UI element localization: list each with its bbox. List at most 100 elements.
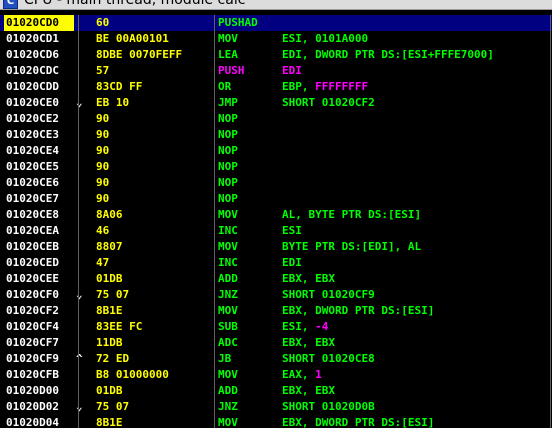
- hex-dump-cell: 72 ED: [96, 352, 130, 365]
- address-cell: 01020CF9: [6, 352, 59, 365]
- disassembly-row[interactable]: 01020CDC 57 PUSH EDI: [0, 63, 552, 79]
- operands-cell: SHORT 01020D0B: [282, 400, 375, 413]
- operands-cell: EDI: [282, 256, 302, 269]
- mnemonic-cell: ADC: [218, 336, 238, 349]
- operands-cell: [282, 127, 552, 143]
- disassembly-row[interactable]: 01020CEE 01DB ADD EBX, EBX: [0, 271, 552, 287]
- operands-cell: SHORT 01020CE8: [282, 352, 375, 365]
- disassembly-row[interactable]: 01020CFB B8 01000000 MOV EAX, 1: [0, 367, 552, 383]
- disassembly-row[interactable]: 01020CD1 BE 00A00101 MOV ESI, 0101A000: [0, 31, 552, 47]
- address-cell: 01020CE3: [6, 128, 59, 141]
- disassembly-pane[interactable]: 01020CD0 60 PUSHAD 01020CD1 BE 00A00101 MOV ES…: [0, 15, 552, 428]
- column-divider-address[interactable]: [78, 15, 79, 428]
- mnemonic-cell: ADD: [218, 272, 238, 285]
- operands-cell: ESI, 0101A000: [282, 32, 369, 45]
- disassembly-row[interactable]: 01020D00 01DB ADD EBX, EBX: [0, 383, 552, 399]
- disassembly-row[interactable]: 01020CED 47 INC EDI: [0, 255, 552, 271]
- mnemonic-cell: JNZ: [218, 400, 238, 413]
- mnemonic-cell: PUSHAD: [218, 16, 258, 29]
- hex-dump-cell: 83CD FF: [96, 80, 143, 93]
- disassembly-row[interactable]: 01020CE3 90 NOP: [0, 127, 552, 143]
- disassembly-row[interactable]: 01020CE7 90 NOP: [0, 191, 552, 207]
- disassembly-row[interactable]: 01020CE6 90 NOP: [0, 175, 552, 191]
- mnemonic-cell: MOV: [218, 416, 238, 428]
- hex-dump-cell: 90: [96, 144, 110, 157]
- hex-dump-cell: 8B1E: [96, 416, 123, 428]
- address-cell: 01020D02: [6, 400, 59, 413]
- operands-cell: [282, 15, 552, 31]
- operands-cell: ESI, -4: [282, 320, 329, 333]
- disassembly-row[interactable]: 01020CE8 8A06 MOV AL, BYTE PTR DS:[ESI]: [0, 207, 552, 223]
- mnemonic-cell: NOP: [218, 160, 238, 173]
- mnemonic-cell: JMP: [218, 96, 238, 109]
- disassembly-row[interactable]: 01020D02 ⌄ 75 07 JNZ SHORT 01020D0B: [0, 399, 552, 415]
- hex-dump-cell: 90: [96, 176, 110, 189]
- disassembly-row[interactable]: 01020CF2 8B1E MOV EBX, DWORD PTR DS:[ESI]: [0, 303, 552, 319]
- address-cell: 01020CEA: [6, 224, 59, 237]
- hex-dump-cell: 01DB: [96, 384, 123, 397]
- disassembly-row[interactable]: 01020CEB 8807 MOV BYTE PTR DS:[EDI], AL: [0, 239, 552, 255]
- operands-cell: EBX, DWORD PTR DS:[ESI]: [282, 416, 435, 428]
- operands-cell: [282, 191, 552, 207]
- address-cell: 01020CDC: [6, 64, 59, 77]
- hex-dump-cell: 57: [96, 64, 110, 77]
- disassembly-row[interactable]: 01020CE4 90 NOP: [0, 143, 552, 159]
- address-cell: 01020CFB: [6, 368, 59, 381]
- hex-dump-cell: 46: [96, 224, 110, 237]
- immediate-value: FFFFFFFF: [315, 80, 369, 93]
- disassembly-row[interactable]: 01020CD6 8DBE 0070FEFF LEA EDI, DWORD PTR D…: [0, 47, 552, 63]
- address-cell: 01020CE6: [6, 176, 59, 189]
- address-cell: 01020CF0: [6, 288, 59, 301]
- mnemonic-cell: OR: [218, 80, 232, 93]
- hex-dump-cell: 47: [96, 256, 110, 269]
- mnemonic-cell: SUB: [218, 320, 238, 333]
- mnemonic-cell: MOV: [218, 240, 238, 253]
- disassembly-row[interactable]: 01020CE2 90 NOP: [0, 111, 552, 127]
- hex-dump-cell: 8A06: [96, 208, 123, 221]
- disassembly-row[interactable]: 01020CD0 60 PUSHAD: [0, 15, 552, 31]
- hex-dump-cell: 90: [96, 192, 110, 205]
- operands-cell: EDI, DWORD PTR DS:[ESI+FFFE7000]: [282, 48, 494, 61]
- hex-dump-cell: BE 00A00101: [96, 32, 169, 45]
- mnemonic-cell: INC: [218, 256, 238, 269]
- hex-dump-cell: 8B1E: [96, 304, 123, 317]
- address-cell: 01020CEE: [6, 272, 59, 285]
- disassembly-row[interactable]: 01020D04 8B1E MOV EBX, DWORD PTR DS:[ESI]: [0, 415, 552, 428]
- address-cell: 01020CE0: [6, 96, 59, 109]
- operands-cell: EBX, EBX: [282, 336, 335, 349]
- disassembly-row[interactable]: 01020CF4 83EE FC SUB ESI, -4: [0, 319, 552, 335]
- hex-dump-cell: 90: [96, 160, 110, 173]
- mnemonic-cell: PUSH: [218, 64, 245, 77]
- disassembly-row[interactable]: 01020CE5 90 NOP: [0, 159, 552, 175]
- disassembly-row[interactable]: 01020CF7 11DB ADC EBX, EBX: [0, 335, 552, 351]
- mnemonic-cell: NOP: [218, 176, 238, 189]
- mnemonic-cell: MOV: [218, 304, 238, 317]
- operands-cell: AL, BYTE PTR DS:[ESI]: [282, 208, 422, 221]
- operands-cell: EBX, DWORD PTR DS:[ESI]: [282, 304, 435, 317]
- operands-cell: EDI: [282, 64, 302, 77]
- hex-dump-cell: 8DBE 0070FEFF: [96, 48, 183, 61]
- operands-cell: EBX, EBX: [282, 272, 335, 285]
- disassembly-row[interactable]: 01020CEA 46 INC ESI: [0, 223, 552, 239]
- cpu-window-icon: C: [3, 0, 18, 9]
- disassembly-row[interactable]: 01020CF9 ^ 72 ED JB SHORT 01020CE8: [0, 351, 552, 367]
- window-titlebar: C CPU - main thread, module calc: [0, 0, 552, 10]
- operands-cell: EBP, FFFFFFFF: [282, 80, 369, 93]
- disassembly-row[interactable]: 01020CDD 83CD FF OR EBP, FFFFFFFF: [0, 79, 552, 95]
- immediate-value: -4: [315, 320, 329, 333]
- disassembly-row[interactable]: 01020CF0 ⌄ 75 07 JNZ SHORT 01020CF9: [0, 287, 552, 303]
- operands-cell: BYTE PTR DS:[EDI], AL: [282, 240, 422, 253]
- operands-cell: EAX, 1: [282, 368, 322, 381]
- address-cell: 01020CF7: [6, 336, 59, 349]
- hex-dump-cell: 90: [96, 112, 110, 125]
- mnemonic-cell: MOV: [218, 368, 238, 381]
- mnemonic-cell: NOP: [218, 112, 238, 125]
- disassembly-row[interactable]: 01020CE0 ⌄ EB 10 JMP SHORT 01020CF2: [0, 95, 552, 111]
- column-divider-hex[interactable]: [214, 15, 215, 428]
- address-cell: 01020CF2: [6, 304, 59, 317]
- address-cell: 01020D00: [6, 384, 59, 397]
- hex-dump-cell: 75 07: [96, 288, 130, 301]
- address-cell: 01020CE5: [6, 160, 59, 173]
- address-cell: 01020CD0: [4, 15, 74, 31]
- hex-dump-cell: 60: [96, 16, 110, 29]
